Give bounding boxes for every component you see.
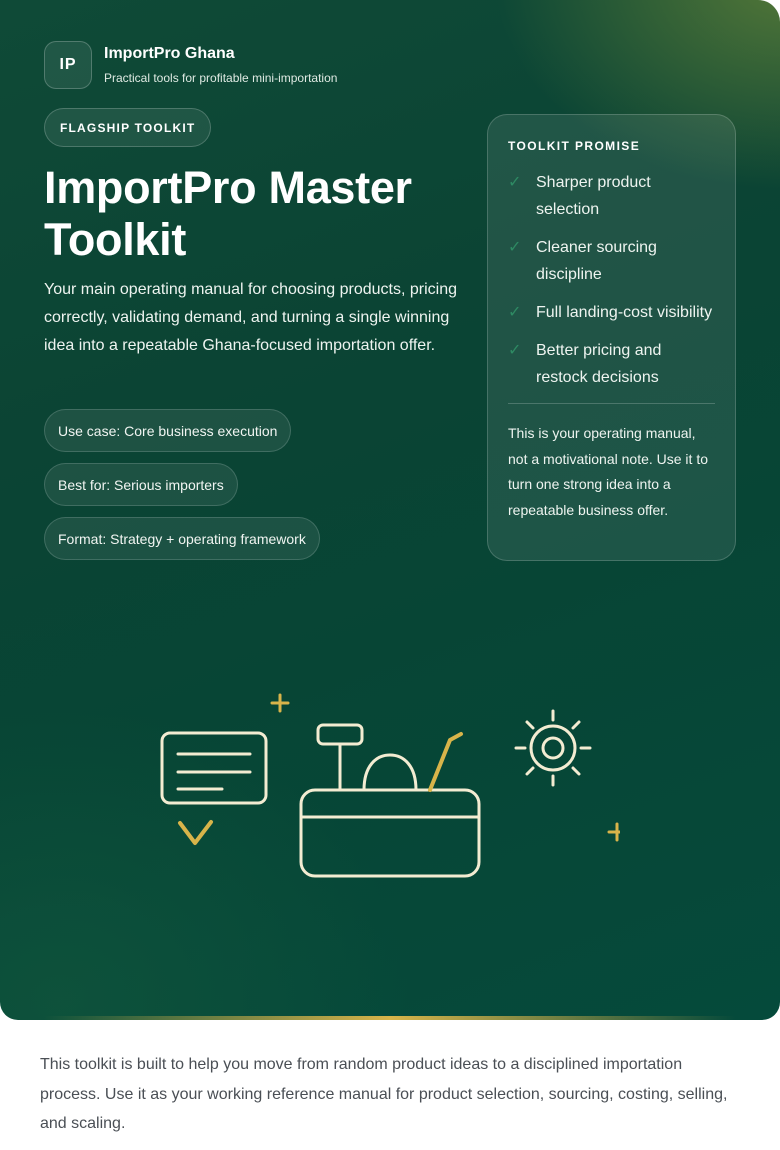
promise-item-text: Better pricing and restock decisions <box>536 342 662 386</box>
receipt-strip-icon <box>428 732 463 792</box>
page-title: ImportPro Master Toolkit <box>44 162 412 265</box>
brand-header: IP ImportPro Ghana Practical tools for p… <box>44 41 337 89</box>
check-icon: ✓ <box>508 342 522 359</box>
check-icon: ✓ <box>508 239 522 256</box>
promise-note: This is your operating manual, not a mot… <box>508 425 708 518</box>
plus-icon <box>270 693 290 713</box>
list-item: ✓ Cleaner sourcing discipline <box>508 234 715 288</box>
hero-illustration <box>160 693 620 878</box>
check-icon: ✓ <box>508 174 522 191</box>
brand-name: ImportPro Ghana <box>104 45 235 62</box>
list-item: ✓ Full landing-cost visibility <box>508 299 715 326</box>
intro-paragraph: This toolkit is built to help you move f… <box>40 1056 728 1132</box>
cash-register-icon <box>299 723 481 878</box>
promise-heading: TOOLKIT PROMISE <box>508 139 641 153</box>
list-item: ✓ Better pricing and restock decisions <box>508 337 715 391</box>
promise-item-text: Full landing-cost visibility <box>536 304 713 321</box>
promise-divider <box>508 403 715 404</box>
promise-list: ✓ Sharper product selection ✓ Cleaner so… <box>508 169 715 391</box>
brand-logo: IP <box>44 41 92 89</box>
toolkit-promise-card: TOOLKIT PROMISE ✓ Sharper product select… <box>487 114 736 561</box>
document-icon <box>160 731 268 805</box>
meta-pills: Use case: Core business execution Best f… <box>44 409 320 571</box>
list-item: ✓ Sharper product selection <box>508 169 715 223</box>
pill-format: Format: Strategy + operating framework <box>44 517 320 560</box>
hero-description: Your main operating manual for choosing … <box>44 281 457 354</box>
check-icon: ✓ <box>508 304 522 321</box>
pill-use-case: Use case: Core business execution <box>44 409 292 452</box>
hero-accent-line <box>44 1016 736 1020</box>
promise-item-text: Cleaner sourcing discipline <box>536 239 657 283</box>
promise-item-text: Sharper product selection <box>536 174 651 218</box>
sun-icon <box>514 709 592 787</box>
check-icon <box>178 820 213 845</box>
brand-tagline: Practical tools for profitable mini-impo… <box>104 71 338 85</box>
hero-section: IP ImportPro Ghana Practical tools for p… <box>0 0 780 1020</box>
plus-icon <box>607 822 620 842</box>
flagship-badge: FLAGSHIP TOOLKIT <box>44 108 212 147</box>
pill-best-for: Best for: Serious importers <box>44 463 238 506</box>
